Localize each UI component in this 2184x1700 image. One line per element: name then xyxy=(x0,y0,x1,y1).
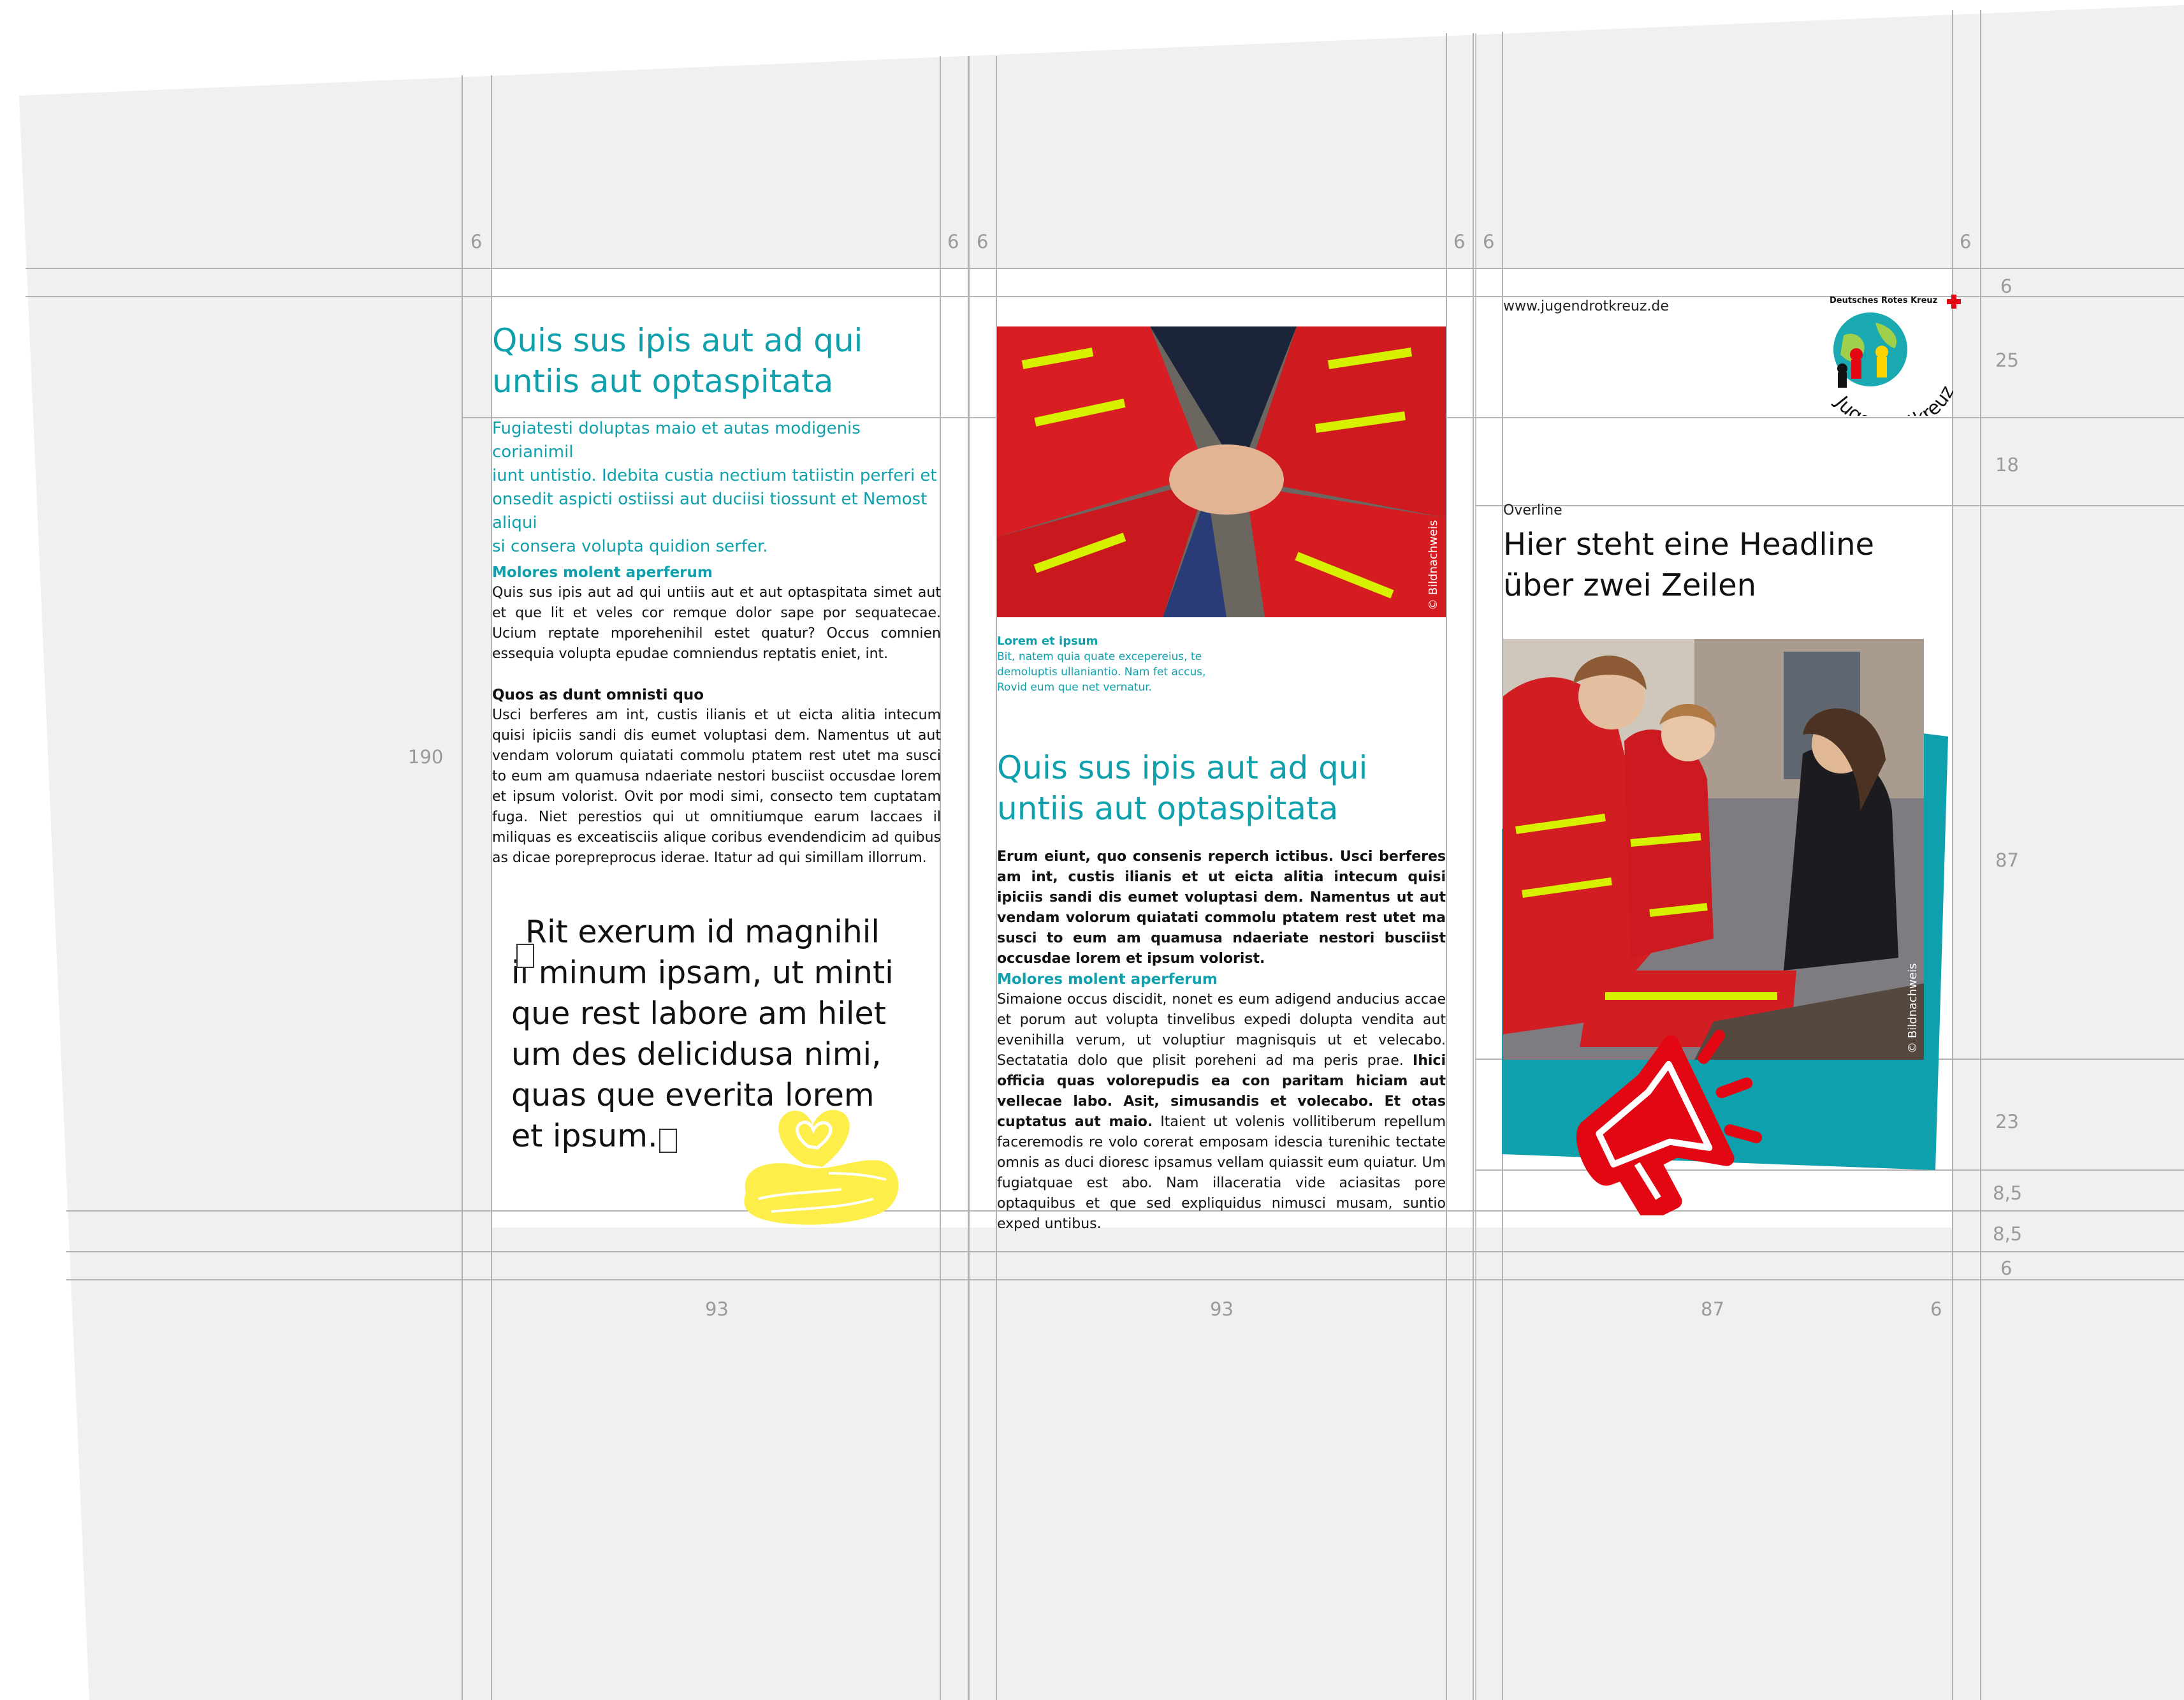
dim-top-mid-gutter-a: 6 xyxy=(947,231,959,253)
guide-top-bleed xyxy=(25,268,2184,269)
panel2-headline-line2: untiis aut optaspitata xyxy=(997,790,1339,827)
svg-text:Jugendrotkreuz: Jugendrotkreuz xyxy=(1830,382,1953,416)
website-url[interactable]: www.jugendrotkreuz.de xyxy=(1503,298,1669,314)
dim-top-far-right: 6 xyxy=(1960,231,1972,253)
guide-bottom-bleed xyxy=(66,1279,2184,1280)
panel1-intro[interactable]: Fugiatesti doluptas maio et autas modige… xyxy=(492,417,941,559)
photo-credit: © Bildnachweis xyxy=(1427,520,1440,610)
panel1-headline-line1: Quis sus ipis aut ad qui xyxy=(492,322,863,359)
dim-col3-width: 87 xyxy=(1701,1298,1724,1320)
dim-top-left-gutter: 6 xyxy=(470,231,483,253)
dim-right-small-b: 8,5 xyxy=(1993,1223,2023,1245)
panel1-intro-line: iunt untistio. Idebita custia nectium ta… xyxy=(492,466,937,485)
dim-top-right-gutter-a: 6 xyxy=(1453,231,1466,253)
megaphone-icon xyxy=(1576,1029,1763,1215)
guide-col2-right xyxy=(1446,33,1447,1700)
dim-right-gap: 18 xyxy=(1995,454,2019,476)
caption-line: Rovid eum que net vernatur. xyxy=(997,681,1153,694)
layout-canvas: 6 6 6 6 6 6 190 6 25 18 87 23 8,5 8,5 6 … xyxy=(0,0,2184,1700)
text-frame-overflow-icon[interactable] xyxy=(516,944,534,968)
jrk-logo: Deutsches Rotes Kreuz Jugendrotkreuz xyxy=(1828,295,1961,416)
guide-col1-left xyxy=(491,75,492,1700)
panel1-intro-line: si consera volupta quidion serfer. xyxy=(492,537,768,556)
dim-right-bottom: 6 xyxy=(2000,1257,2013,1279)
guide-col2-right-outer xyxy=(1473,33,1474,1700)
dim-top-right-gutter-b: 6 xyxy=(1483,231,1495,253)
guide-bottom-trim xyxy=(66,1251,2184,1252)
panel3-headline-line2: über zwei Zeilen xyxy=(1503,568,1757,603)
text-frame-overflow-icon[interactable] xyxy=(659,1129,677,1153)
heart-in-hand-icon xyxy=(744,1110,899,1225)
caption-line: Bit, natem quia quate excepereius, te xyxy=(997,650,1202,663)
guide-right-gap xyxy=(1475,505,2184,506)
dim-top-mid-gutter-b: 6 xyxy=(977,231,989,253)
guide-col3-left-outer xyxy=(1475,33,1476,1700)
dim-right-top-margin: 6 xyxy=(2000,275,2013,297)
caption-line: demoluptis ullaniantio. Nam fet accus, xyxy=(997,666,1206,678)
panel1-headline-line2: untiis aut optaspitata xyxy=(492,363,834,400)
panel1-subheading-1: Molores molent aperferum xyxy=(492,564,713,581)
panel3-headline-line1: Hier steht eine Headline xyxy=(1503,527,1875,562)
panel1-headline[interactable]: Quis sus ipis aut ad qui untiis aut opta… xyxy=(492,320,938,402)
panel2-caption[interactable]: Bit, natem quia quate excepereius, te de… xyxy=(997,649,1206,695)
panel2-headline[interactable]: Quis sus ipis aut ad qui untiis aut opta… xyxy=(997,747,1443,829)
guide-col1-right xyxy=(940,56,941,1700)
quote-line: que rest labore am hilet xyxy=(511,995,886,1032)
dim-right-image: 87 xyxy=(1995,849,2019,871)
photo-hands-together[interactable]: © Bildnachweis xyxy=(997,326,1446,617)
guide-col1-left-outer xyxy=(462,75,463,1700)
panel2-caption-title: Lorem et ipsum xyxy=(997,634,1098,648)
dim-col2-width: 93 xyxy=(1210,1298,1234,1320)
panel1-intro-line: Fugiatesti doluptas maio et autas modige… xyxy=(492,419,861,462)
panel1-paragraph-2[interactable]: Usci berferes am int, custis ilianis et … xyxy=(492,705,941,868)
panel2-subheading: Molores molent aperferum xyxy=(997,971,1218,988)
dim-col3-gutter: 6 xyxy=(1930,1298,1942,1320)
panel2-lead[interactable]: Erum eiunt, quo consenis reperch ictibus… xyxy=(997,847,1446,969)
dim-left-height: 190 xyxy=(408,746,444,768)
panel3-headline[interactable]: Hier steht eine Headline über zwei Zeile… xyxy=(1503,524,1949,606)
logo-wordmark: Jugendrotkreuz xyxy=(1830,382,1953,416)
panel2-body-part-a: Simaione occus discidit, nonet es eum ad… xyxy=(997,992,1446,1069)
panel2-headline-line1: Quis sus ipis aut ad qui xyxy=(997,749,1368,786)
photo-first-aid-training[interactable]: © Bildnachweis xyxy=(1503,639,1924,1060)
panel2-body-part-b: Itaient ut volenis vollitiberum repellum… xyxy=(997,1114,1446,1232)
guide-col3-right-outer xyxy=(1980,10,1981,1700)
panel1-subheading-2: Quos as dunt omnisti quo xyxy=(492,687,704,703)
guide-col2-left-outer xyxy=(969,56,970,1700)
panel2-body[interactable]: Simaione occus discidit, nonet es eum ad… xyxy=(997,990,1446,1235)
dim-right-header: 25 xyxy=(1995,349,2019,371)
dim-right-small-a: 8,5 xyxy=(1993,1182,2023,1204)
panel1-paragraph-1[interactable]: Quis sus ipis aut ad qui untiis aut et a… xyxy=(492,583,941,664)
quote-line: um des delicidusa nimi, xyxy=(511,1036,882,1073)
panel1-intro-line: onsedit aspicti ostiissi aut duciisi tio… xyxy=(492,490,928,532)
dim-right-band: 23 xyxy=(1995,1111,2019,1132)
photo-credit: © Bildnachweis xyxy=(1906,964,1919,1053)
overline: Overline xyxy=(1503,502,1562,518)
quote-line: Rit exerum id magnihil xyxy=(525,914,880,950)
dim-col1-width: 93 xyxy=(705,1298,729,1320)
quote-line: il minum ipsam, ut minti xyxy=(511,955,894,991)
